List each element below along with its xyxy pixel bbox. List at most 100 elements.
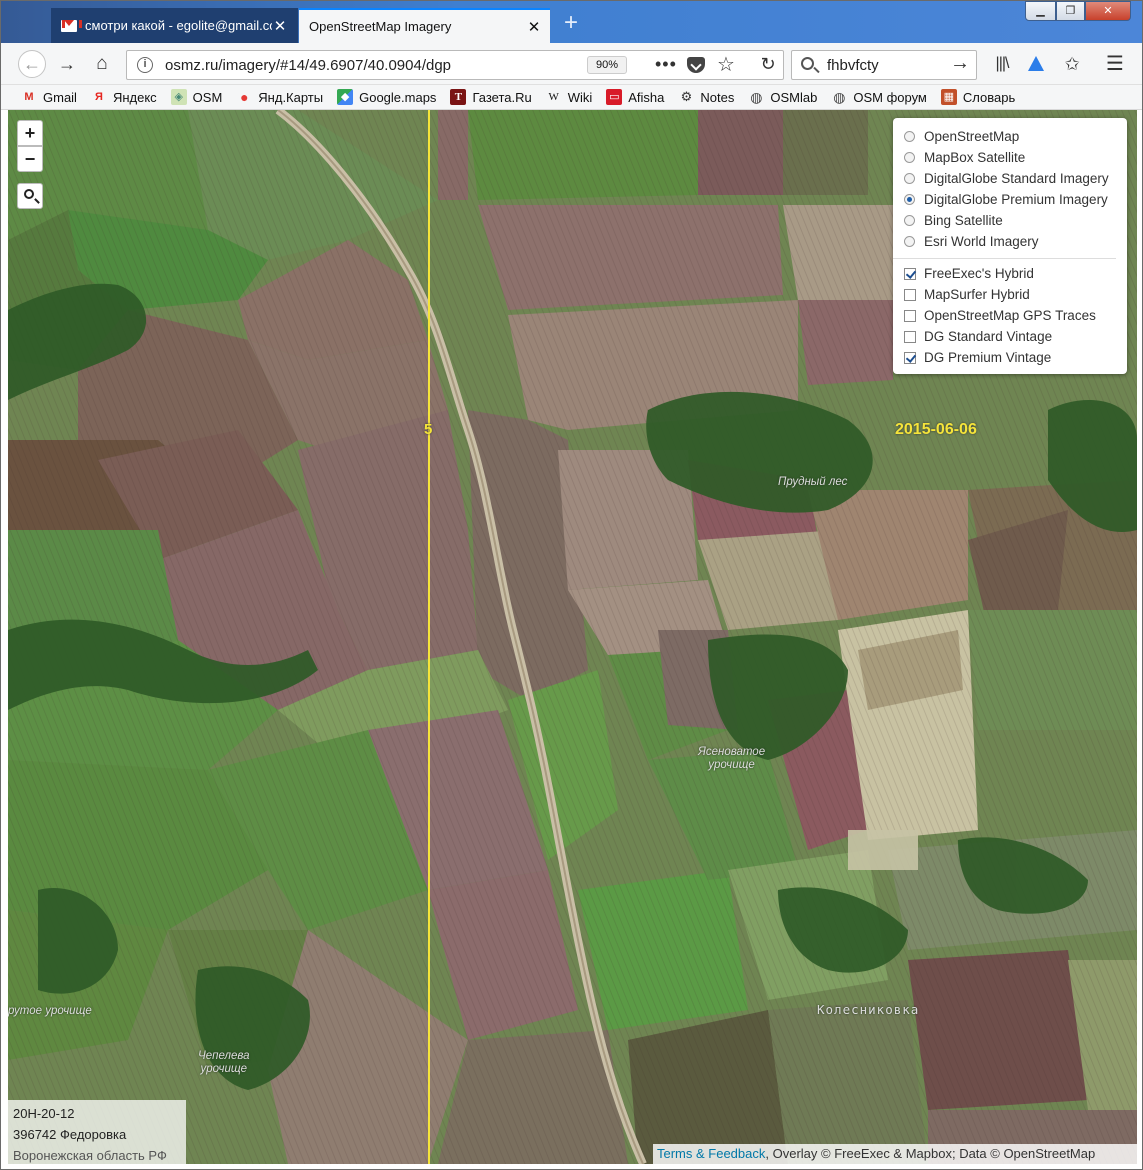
tab-strip: смотри какой - egolite@gmail.com ✕ OpenS… (1, 1, 1142, 43)
layer-option[interactable]: Bing Satellite (904, 210, 1127, 231)
navigation-bar: ← → ⌂ i osmz.ru/imagery/#14/49.6907/40.0… (1, 43, 1142, 85)
checkbox-checked[interactable] (904, 267, 916, 280)
overlay-option[interactable]: OpenStreetMap GPS Traces (904, 305, 1127, 326)
back-button[interactable]: ← (18, 50, 46, 78)
zoom-out-button[interactable]: − (17, 146, 43, 172)
gmail-icon (61, 19, 82, 32)
sync-icon[interactable] (1023, 51, 1049, 77)
checkbox[interactable] (904, 288, 916, 301)
layer-option[interactable]: MapBox Satellite (904, 147, 1127, 168)
bookmark-osm-forum[interactable]: ◍ OSM форум (831, 89, 927, 105)
zoom-in-button[interactable]: + (17, 120, 43, 146)
layer-option[interactable]: Esri World Imagery (904, 231, 1127, 252)
terms-feedback-link[interactable]: Terms & Feedback (657, 1146, 765, 1161)
new-tab-button[interactable]: + (559, 9, 583, 37)
bookmark-yandex[interactable]: Я Яндекс (91, 89, 157, 105)
forward-button[interactable]: → (54, 51, 80, 77)
globe-icon: ◍ (750, 89, 763, 105)
dictionary-icon: ▦ (940, 89, 957, 105)
overlay-option[interactable]: DG Standard Vintage (904, 326, 1127, 347)
layer-option[interactable]: DigitalGlobe Premium Imagery (904, 189, 1127, 210)
checkbox[interactable] (904, 330, 916, 343)
yandex-icon: Я (95, 91, 103, 103)
radio-button[interactable] (904, 152, 915, 163)
radio-button[interactable] (904, 131, 915, 142)
place-label: Ясеноватое урочище (698, 746, 766, 771)
url-bar[interactable]: i osmz.ru/imagery/#14/49.6907/40.0904/dg… (126, 50, 784, 80)
gmail-icon: M (24, 91, 34, 103)
place-label: Чепелева урочище (198, 1050, 250, 1075)
checkbox-checked[interactable] (904, 351, 916, 364)
search-go-icon[interactable]: → (950, 52, 970, 75)
library-icon[interactable]: |||\ (989, 51, 1015, 77)
browser-window: смотри какой - egolite@gmail.com ✕ OpenS… (0, 0, 1143, 1170)
bookmark-osmlab[interactable]: ◍ OSMlab (748, 89, 817, 105)
page-actions-icon[interactable]: ••• (655, 54, 677, 75)
minimize-button[interactable]: ▁ (1025, 1, 1056, 21)
radio-button[interactable] (904, 173, 915, 184)
bookmark-google-maps[interactable]: ◆ Google.maps (337, 89, 436, 105)
layer-option[interactable]: DigitalGlobe Standard Imagery (904, 168, 1127, 189)
afisha-icon: ▭ (606, 89, 623, 105)
bookmark-gmail[interactable]: M Gmail (21, 89, 77, 105)
close-tab-icon[interactable]: ✕ (526, 18, 542, 36)
home-icon[interactable]: ⌂ (89, 51, 115, 77)
pocket-icon[interactable] (687, 57, 705, 73)
search-icon (24, 189, 34, 199)
tab-title: OpenStreetMap Imagery (309, 19, 452, 34)
bookmark-star-icon[interactable]: ☆ (717, 52, 735, 77)
overlay-option[interactable]: DG Premium Vintage (904, 347, 1127, 368)
attribution-text: , Overlay © FreeExec & Mapbox; Data © Op… (765, 1146, 1096, 1161)
bookmark-notes[interactable]: ⚙ Notes (678, 89, 735, 105)
hamburger-menu-icon[interactable]: ☰ (1102, 51, 1128, 77)
osm-icon: ◈ (170, 89, 187, 105)
close-tab-icon[interactable]: ✕ (272, 17, 288, 35)
place-label: Прудный лес (778, 476, 848, 488)
bookmarks-toolbar: M Gmail Я Яндекс ◈ OSM ● Янд.Карты ◆ Google.m… (1, 85, 1142, 110)
bookmark-gazeta[interactable]: T Газета.Ru (450, 89, 532, 105)
bookmark-wiki[interactable]: W Wiki (546, 89, 593, 105)
maximize-button[interactable]: ❐ (1056, 1, 1085, 21)
bookmark-osm[interactable]: ◈ OSM (170, 89, 222, 105)
radio-button[interactable] (904, 215, 915, 226)
globe-icon: ◍ (833, 89, 846, 105)
layer-option[interactable]: OpenStreetMap (904, 126, 1127, 147)
map-search-button[interactable] (17, 183, 43, 209)
google-maps-icon: ◆ (337, 89, 354, 105)
overlay-option[interactable]: MapSurfer Hybrid (904, 284, 1127, 305)
grid-label: 5 (424, 421, 433, 438)
checkbox[interactable] (904, 309, 916, 322)
map-canvas[interactable]: + − 5 2015-06-06 Прудный лес Ясеноватое у… (8, 110, 1137, 1164)
bookmark-afisha[interactable]: ▭ Afisha (606, 89, 664, 105)
tab-title: смотри какой - egolite@gmail.com (85, 18, 272, 33)
extension-star-icon[interactable]: ✩ (1059, 51, 1085, 77)
place-label: Колесниковка (817, 1002, 920, 1017)
reload-icon[interactable]: ↻ (755, 51, 781, 77)
layer-switcher: OpenStreetMap MapBox Satellite DigitalGl… (893, 118, 1127, 374)
layer-separator (893, 258, 1116, 259)
radio-button-selected[interactable] (904, 194, 915, 205)
place-label: рутое урочище (8, 1005, 92, 1017)
notes-icon: ⚙ (680, 89, 693, 104)
location-info-box: 20Н-20-12 396742 Федоровка Воронежская о… (8, 1100, 186, 1164)
wiki-icon: W (548, 91, 559, 103)
info-line: Воронежская область РФ (13, 1148, 167, 1163)
tab-osm-imagery[interactable]: OpenStreetMap Imagery ✕ (299, 8, 550, 43)
bookmark-yandex-maps[interactable]: ● Янд.Карты (236, 89, 323, 105)
map-attribution: Terms & Feedback, Overlay © FreeExec & M… (653, 1144, 1137, 1164)
zoom-level-badge[interactable]: 90% (587, 56, 627, 74)
url-text[interactable]: osmz.ru/imagery/#14/49.6907/40.0904/dgp (165, 57, 451, 74)
radio-button[interactable] (904, 236, 915, 247)
overlay-option[interactable]: FreeExec's Hybrid (904, 263, 1127, 284)
bookmark-dictionary[interactable]: ▦ Словарь (940, 89, 1015, 105)
search-icon (801, 57, 814, 70)
info-icon[interactable]: i (137, 57, 153, 73)
close-window-button[interactable]: ✕ (1085, 1, 1131, 21)
search-input[interactable]: fhbvfcty (827, 57, 879, 74)
gazeta-icon: T (450, 89, 467, 105)
search-bar[interactable]: fhbvfcty → (791, 50, 977, 80)
imagery-date-label: 2015-06-06 (895, 421, 977, 438)
tab-gmail[interactable]: смотри какой - egolite@gmail.com ✕ (51, 8, 298, 43)
info-line: 396742 Федоровка (13, 1127, 127, 1142)
info-line: 20Н-20-12 (13, 1106, 75, 1121)
